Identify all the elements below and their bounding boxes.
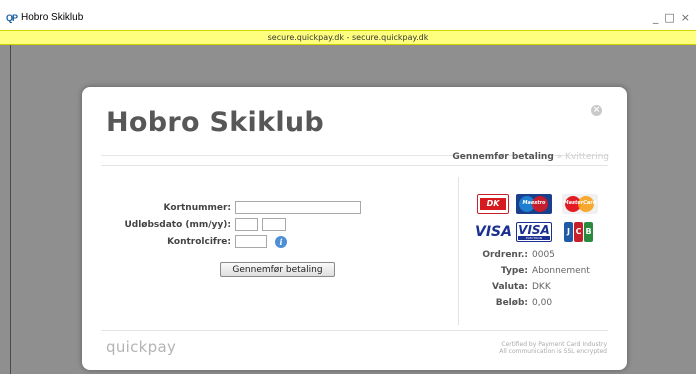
currency-label: Valuta: <box>491 282 528 292</box>
jcb-logo: J C B <box>564 222 594 242</box>
app-icon: QP <box>6 12 18 23</box>
cert-line-1: Certified by Payment Card Industry <box>501 341 607 348</box>
steps-divider <box>101 165 608 166</box>
payment-dialog: × Hobro Skiklub Gennemfør betaling » Kvi… <box>82 87 627 370</box>
visa-electron-logo: VISA ELECTRON <box>516 222 552 242</box>
jcb-letter-b: B <box>584 222 593 242</box>
order-number-label: Ordrenr.: <box>482 250 528 260</box>
currency-value: DKK <box>532 282 551 292</box>
maestro-logo-text: Maestro <box>522 200 546 206</box>
quickpay-logo: quickpay <box>106 338 177 356</box>
expiry-year-input[interactable] <box>262 218 286 231</box>
dialog-close-icon[interactable]: × <box>591 105 602 116</box>
mastercard-logo: MasterCard <box>562 194 598 214</box>
footer-divider <box>101 330 608 331</box>
expiry-month-input[interactable] <box>235 218 258 231</box>
step-inactive: Kvittering <box>565 152 609 162</box>
window-controls: _ □ × <box>653 11 690 24</box>
url-bar: secure.quickpay.dk - secure.quickpay.dk <box>0 30 696 45</box>
amount-value: 0,00 <box>532 298 553 308</box>
minimize-button[interactable]: _ <box>653 11 659 24</box>
cvc-label: Kontrolcifre: <box>167 237 231 247</box>
jcb-letter-c: C <box>574 222 583 242</box>
certification-text: Certified by Payment Card Industry All c… <box>499 341 607 355</box>
visa-logo: VISA <box>475 224 511 240</box>
window-titlebar: QP Hobro Skiklub _ □ × <box>0 0 696 30</box>
maestro-logo: Maestro <box>516 194 552 214</box>
dankort-logo: DK <box>477 194 509 214</box>
dialog-title: Hobro Skiklub <box>106 107 325 138</box>
step-separator: » <box>556 152 563 162</box>
page-left-border <box>10 45 11 374</box>
mastercard-logo-text: MasterCard <box>563 200 597 206</box>
jcb-letter-j: J <box>564 222 573 242</box>
card-number-input[interactable] <box>235 201 361 214</box>
url-text: secure.quickpay.dk - secure.quickpay.dk <box>267 33 429 42</box>
info-icon[interactable]: i <box>275 236 287 248</box>
expiry-label: Udløbsdato (mm/yy): <box>124 220 231 230</box>
card-number-label: Kortnummer: <box>163 203 231 213</box>
window-title-group: QP Hobro Skiklub <box>6 12 83 23</box>
window-title: Hobro Skiklub <box>21 12 84 23</box>
step-active: Gennemfør betaling <box>452 152 554 162</box>
submit-payment-button[interactable]: Gennemfør betaling <box>220 262 335 277</box>
dankort-logo-text: DK <box>480 198 506 210</box>
cert-line-2: All communication is SSL encrypted <box>499 348 607 355</box>
order-number-value: 0005 <box>532 250 555 260</box>
type-label: Type: <box>500 266 528 276</box>
cvc-input[interactable] <box>235 235 267 248</box>
amount-label: Beløb: <box>495 298 528 308</box>
visa-electron-bar: ELECTRON <box>518 236 550 240</box>
step-indicator: Gennemfør betaling » Kvittering <box>452 152 609 162</box>
type-value: Abonnement <box>532 266 590 276</box>
maximize-button[interactable]: □ <box>664 11 674 24</box>
window-close-button[interactable]: × <box>681 11 690 24</box>
